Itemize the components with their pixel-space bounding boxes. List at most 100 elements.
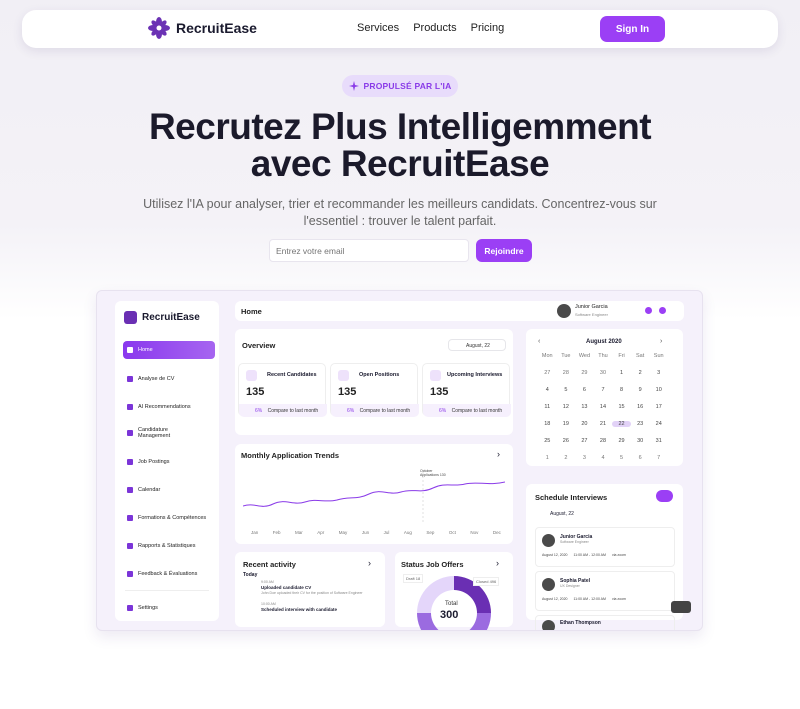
calendar-day[interactable]: 6 (575, 387, 594, 393)
sparkle-icon (127, 404, 133, 410)
calendar-day[interactable]: 25 (538, 438, 557, 444)
calendar-day[interactable]: 9 (631, 387, 650, 393)
avatar (542, 620, 555, 630)
month-label: Apr (317, 530, 325, 535)
moon-icon[interactable] (659, 307, 666, 314)
activity-more-icon[interactable]: › (368, 558, 371, 568)
calendar-day[interactable]: 27 (575, 438, 594, 444)
calendar-day[interactable]: 22 (612, 421, 631, 427)
calendar-day[interactable]: 6 (631, 455, 650, 461)
nav-link-services[interactable]: Services (357, 22, 399, 34)
interview-item[interactable]: Sophia Patel UX Designer August 12, 2020… (535, 571, 675, 611)
sidebar-item-formations[interactable]: Formations & Compétences (123, 509, 215, 527)
calendar-day[interactable]: 5 (612, 455, 631, 461)
stat-card-interviews[interactable]: Upcoming Interviews 135 6% Compare to la… (422, 363, 511, 417)
calendar-day[interactable]: 20 (575, 421, 594, 427)
calendar-day[interactable]: 21 (594, 421, 613, 427)
sidebar-item-settings[interactable]: Settings (123, 599, 215, 617)
month-label: Jul (383, 530, 390, 535)
calendar-day[interactable]: 28 (594, 438, 613, 444)
calendar-day[interactable]: 29 (575, 370, 594, 376)
trends-card: Monthly Application Trends › October App… (235, 444, 513, 544)
badge-label: PROPULSÉ PAR L'IA (363, 81, 452, 91)
sidebar-item-calendar[interactable]: Calendar (123, 481, 215, 499)
interview-time: 11:00 AM - 12:00 AM (573, 553, 606, 557)
calendar-day[interactable]: 23 (631, 421, 650, 427)
add-interview-button[interactable] (656, 490, 673, 502)
calendar-day[interactable]: 29 (612, 438, 631, 444)
nav-link-products[interactable]: Products (413, 22, 456, 34)
month-label: Jun (361, 530, 370, 535)
calendar-day[interactable]: 7 (649, 455, 668, 461)
calendar-day[interactable]: 15 (612, 404, 631, 410)
legend-label: Draft (406, 576, 415, 581)
calendar-day[interactable]: 31 (649, 438, 668, 444)
calendar-day[interactable]: 3 (649, 370, 668, 376)
sign-in-button[interactable]: Sign In (600, 16, 665, 42)
tooltip-label: Applications (420, 473, 439, 477)
calendar-day[interactable]: 11 (538, 404, 557, 410)
calendar-day[interactable]: 26 (557, 438, 576, 444)
sidebar-label: Candidature Management (138, 427, 171, 439)
calendar-prev-icon[interactable]: ‹ (538, 338, 540, 345)
calendar-day[interactable]: 27 (538, 370, 557, 376)
interview-item[interactable]: Ethan Thompson (535, 615, 675, 630)
calendar-day[interactable]: 1 (538, 455, 557, 461)
calendar-day[interactable]: 13 (575, 404, 594, 410)
calendar-day[interactable]: 10 (649, 387, 668, 393)
calendar-day[interactable]: 14 (594, 404, 613, 410)
interview-role: UX Designer (560, 584, 580, 588)
calendar-day[interactable]: 7 (594, 387, 613, 393)
sidebar-item-ai-recommendations[interactable]: AI Recommendations (123, 398, 215, 416)
calendar-day[interactable]: 16 (631, 404, 650, 410)
sidebar-item-feedback[interactable]: Feedback & Évaluations (123, 565, 215, 583)
calendar-day[interactable]: 12 (557, 404, 576, 410)
month-label: Dec (492, 530, 501, 535)
dashboard-brand: RecruitEase (142, 312, 200, 323)
user-icon (246, 370, 257, 381)
stat-compare: Compare to last month (267, 408, 319, 414)
sidebar-item-reports[interactable]: Rapports & Statistiques (123, 537, 215, 555)
calendar-day[interactable]: 24 (649, 421, 668, 427)
calendar-day[interactable]: 3 (575, 455, 594, 461)
calendar-day[interactable]: 17 (649, 404, 668, 410)
magic-wand-icon[interactable] (671, 601, 691, 613)
sidebar-item-home[interactable]: Home (123, 341, 215, 359)
calendar-day[interactable]: 28 (557, 370, 576, 376)
calendar-day[interactable]: 4 (538, 387, 557, 393)
calendar-weekday: Thu (598, 353, 608, 359)
interview-item[interactable]: Junior Garcia Software Engineer August 1… (535, 527, 675, 567)
avatar[interactable] (557, 304, 571, 318)
nav-link-pricing[interactable]: Pricing (471, 22, 505, 34)
job-offers-more-icon[interactable]: › (496, 558, 499, 568)
stat-card-candidates[interactable]: Recent Candidates 135 6% Compare to last… (238, 363, 327, 417)
calendar-day[interactable]: 1 (612, 370, 631, 376)
calendar-day[interactable]: 8 (612, 387, 631, 393)
stat-card-positions[interactable]: Open Positions 135 6% Compare to last mo… (330, 363, 419, 417)
calendar-day[interactable]: 30 (631, 438, 650, 444)
calendar-grid: Mon Tue Wed Thu Fri Sat Sun 27 28 29 30 1 2 3 4 5 6 7 8 9 10… (538, 353, 668, 461)
overview-card: Overview August, 22 Recent Candidates 13… (235, 329, 513, 435)
sidebar-item-cv-analysis[interactable]: Analyse de CV (123, 370, 215, 388)
calendar-weekday: Tue (561, 353, 571, 359)
calendar-weekday: Wed (578, 353, 591, 359)
calendar-next-icon[interactable]: › (660, 338, 662, 345)
brand-logo[interactable]: RecruitEase (148, 17, 257, 39)
bell-icon[interactable] (645, 307, 652, 314)
email-input[interactable] (269, 239, 469, 262)
calendar-icon (430, 370, 441, 381)
calendar-day[interactable]: 4 (594, 455, 613, 461)
dashboard-sidebar: RecruitEase Home Analyse de CV AI Recomm… (115, 301, 219, 621)
legend-closed: Closed 496 (473, 577, 500, 586)
join-button[interactable]: Rejoindre (476, 239, 532, 262)
trends-more-icon[interactable]: › (497, 449, 500, 459)
calendar-day[interactable]: 30 (594, 370, 613, 376)
calendar-day[interactable]: 19 (557, 421, 576, 427)
overview-date-picker[interactable]: August, 22 (448, 339, 506, 351)
sidebar-item-candidature[interactable]: Candidature Management (123, 424, 215, 442)
calendar-day[interactable]: 2 (631, 370, 650, 376)
calendar-day[interactable]: 2 (557, 455, 576, 461)
calendar-day[interactable]: 5 (557, 387, 576, 393)
sidebar-item-job-postings[interactable]: Job Postings (123, 453, 215, 471)
calendar-day[interactable]: 18 (538, 421, 557, 427)
